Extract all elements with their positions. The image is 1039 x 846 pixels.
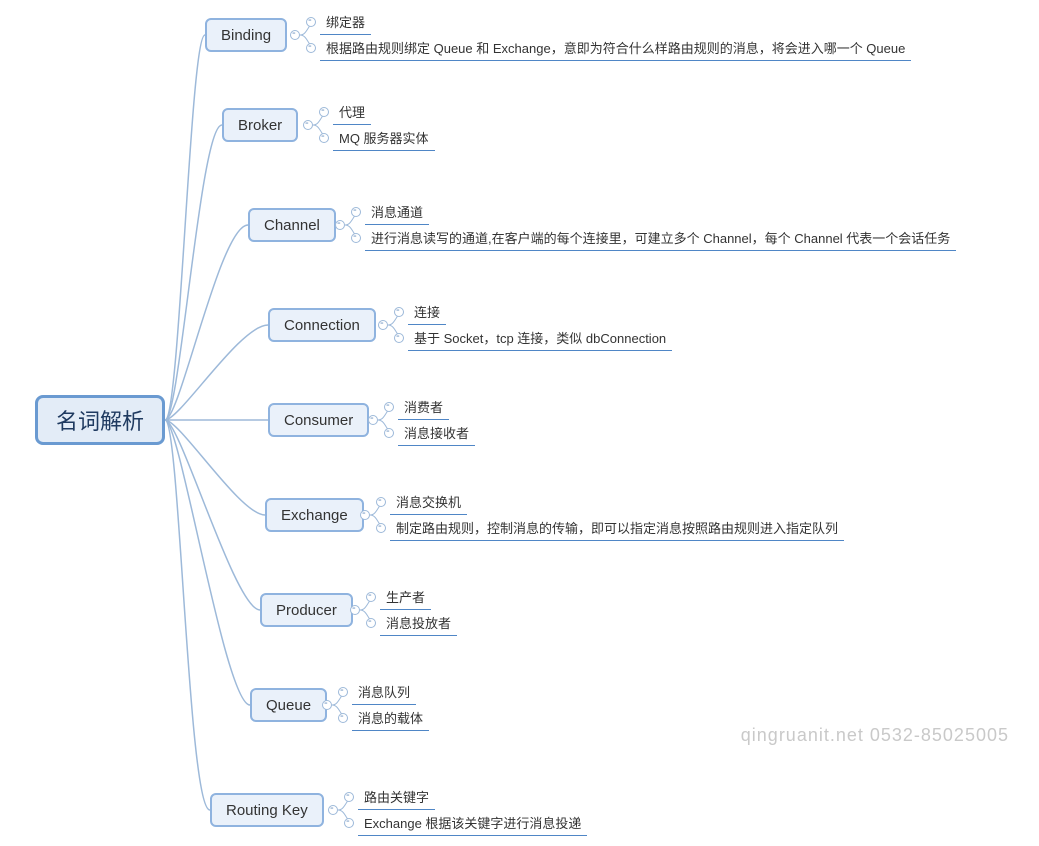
watermark: qingruanit.net 0532-85025005 <box>741 725 1009 746</box>
collapse-icon[interactable] <box>306 17 316 27</box>
collapse-icon[interactable] <box>319 133 329 143</box>
leaf-connection-0: 连接 <box>408 300 446 325</box>
branch-label: Broker <box>238 117 282 134</box>
collapse-icon[interactable] <box>319 107 329 117</box>
branch-label: Routing Key <box>226 802 308 819</box>
leaf-broker-0: 代理 <box>333 100 371 125</box>
collapse-icon[interactable] <box>376 497 386 507</box>
leaf-queue-0: 消息队列 <box>352 680 416 705</box>
collapse-icon[interactable] <box>368 415 378 425</box>
leaf-binding-1: 根据路由规则绑定 Queue 和 Exchange，意即为符合什么样路由规则的消… <box>320 36 911 61</box>
leaf-producer-1: 消息投放者 <box>380 611 457 636</box>
collapse-icon[interactable] <box>351 207 361 217</box>
branch-label: Binding <box>221 27 271 44</box>
collapse-icon[interactable] <box>384 428 394 438</box>
leaf-routingkey-1: Exchange 根据该关键字进行消息投递 <box>358 811 587 836</box>
collapse-icon[interactable] <box>360 510 370 520</box>
branch-label: Exchange <box>281 507 348 524</box>
leaf-channel-0: 消息通道 <box>365 200 429 225</box>
collapse-icon[interactable] <box>328 805 338 815</box>
branch-label: Producer <box>276 602 337 619</box>
branch-consumer[interactable]: Consumer <box>268 403 369 437</box>
collapse-icon[interactable] <box>290 30 300 40</box>
branch-routingkey[interactable]: Routing Key <box>210 793 324 827</box>
leaf-routingkey-0: 路由关键字 <box>358 785 435 810</box>
collapse-icon[interactable] <box>394 307 404 317</box>
leaf-binding-0: 绑定器 <box>320 10 371 35</box>
branch-queue[interactable]: Queue <box>250 688 327 722</box>
branch-label: Channel <box>264 217 320 234</box>
collapse-icon[interactable] <box>344 792 354 802</box>
collapse-icon[interactable] <box>351 233 361 243</box>
collapse-icon[interactable] <box>378 320 388 330</box>
leaf-broker-1: MQ 服务器实体 <box>333 126 435 151</box>
root-node[interactable]: 名词解析 <box>35 395 165 445</box>
leaf-producer-0: 生产者 <box>380 585 431 610</box>
leaf-exchange-1: 制定路由规则，控制消息的传输，即可以指定消息按照路由规则进入指定队列 <box>390 516 844 541</box>
branch-channel[interactable]: Channel <box>248 208 336 242</box>
collapse-icon[interactable] <box>322 700 332 710</box>
branch-binding[interactable]: Binding <box>205 18 287 52</box>
leaf-exchange-0: 消息交换机 <box>390 490 467 515</box>
collapse-icon[interactable] <box>366 618 376 628</box>
leaf-connection-1: 基于 Socket，tcp 连接，类似 dbConnection <box>408 326 672 351</box>
collapse-icon[interactable] <box>350 605 360 615</box>
branch-producer[interactable]: Producer <box>260 593 353 627</box>
branch-label: Queue <box>266 697 311 714</box>
branch-broker[interactable]: Broker <box>222 108 298 142</box>
branch-label: Connection <box>284 317 360 334</box>
branch-label: Consumer <box>284 412 353 429</box>
collapse-icon[interactable] <box>335 220 345 230</box>
root-title: 名词解析 <box>56 404 144 436</box>
collapse-icon[interactable] <box>384 402 394 412</box>
collapse-icon[interactable] <box>338 687 348 697</box>
collapse-icon[interactable] <box>303 120 313 130</box>
collapse-icon[interactable] <box>344 818 354 828</box>
leaf-consumer-1: 消息接收者 <box>398 421 475 446</box>
collapse-icon[interactable] <box>338 713 348 723</box>
collapse-icon[interactable] <box>366 592 376 602</box>
collapse-icon[interactable] <box>306 43 316 53</box>
branch-connection[interactable]: Connection <box>268 308 376 342</box>
leaf-channel-1: 进行消息读写的通道,在客户端的每个连接里，可建立多个 Channel，每个 Ch… <box>365 226 956 251</box>
branch-exchange[interactable]: Exchange <box>265 498 364 532</box>
leaf-queue-1: 消息的载体 <box>352 706 429 731</box>
collapse-icon[interactable] <box>394 333 404 343</box>
leaf-consumer-0: 消费者 <box>398 395 449 420</box>
collapse-icon[interactable] <box>376 523 386 533</box>
